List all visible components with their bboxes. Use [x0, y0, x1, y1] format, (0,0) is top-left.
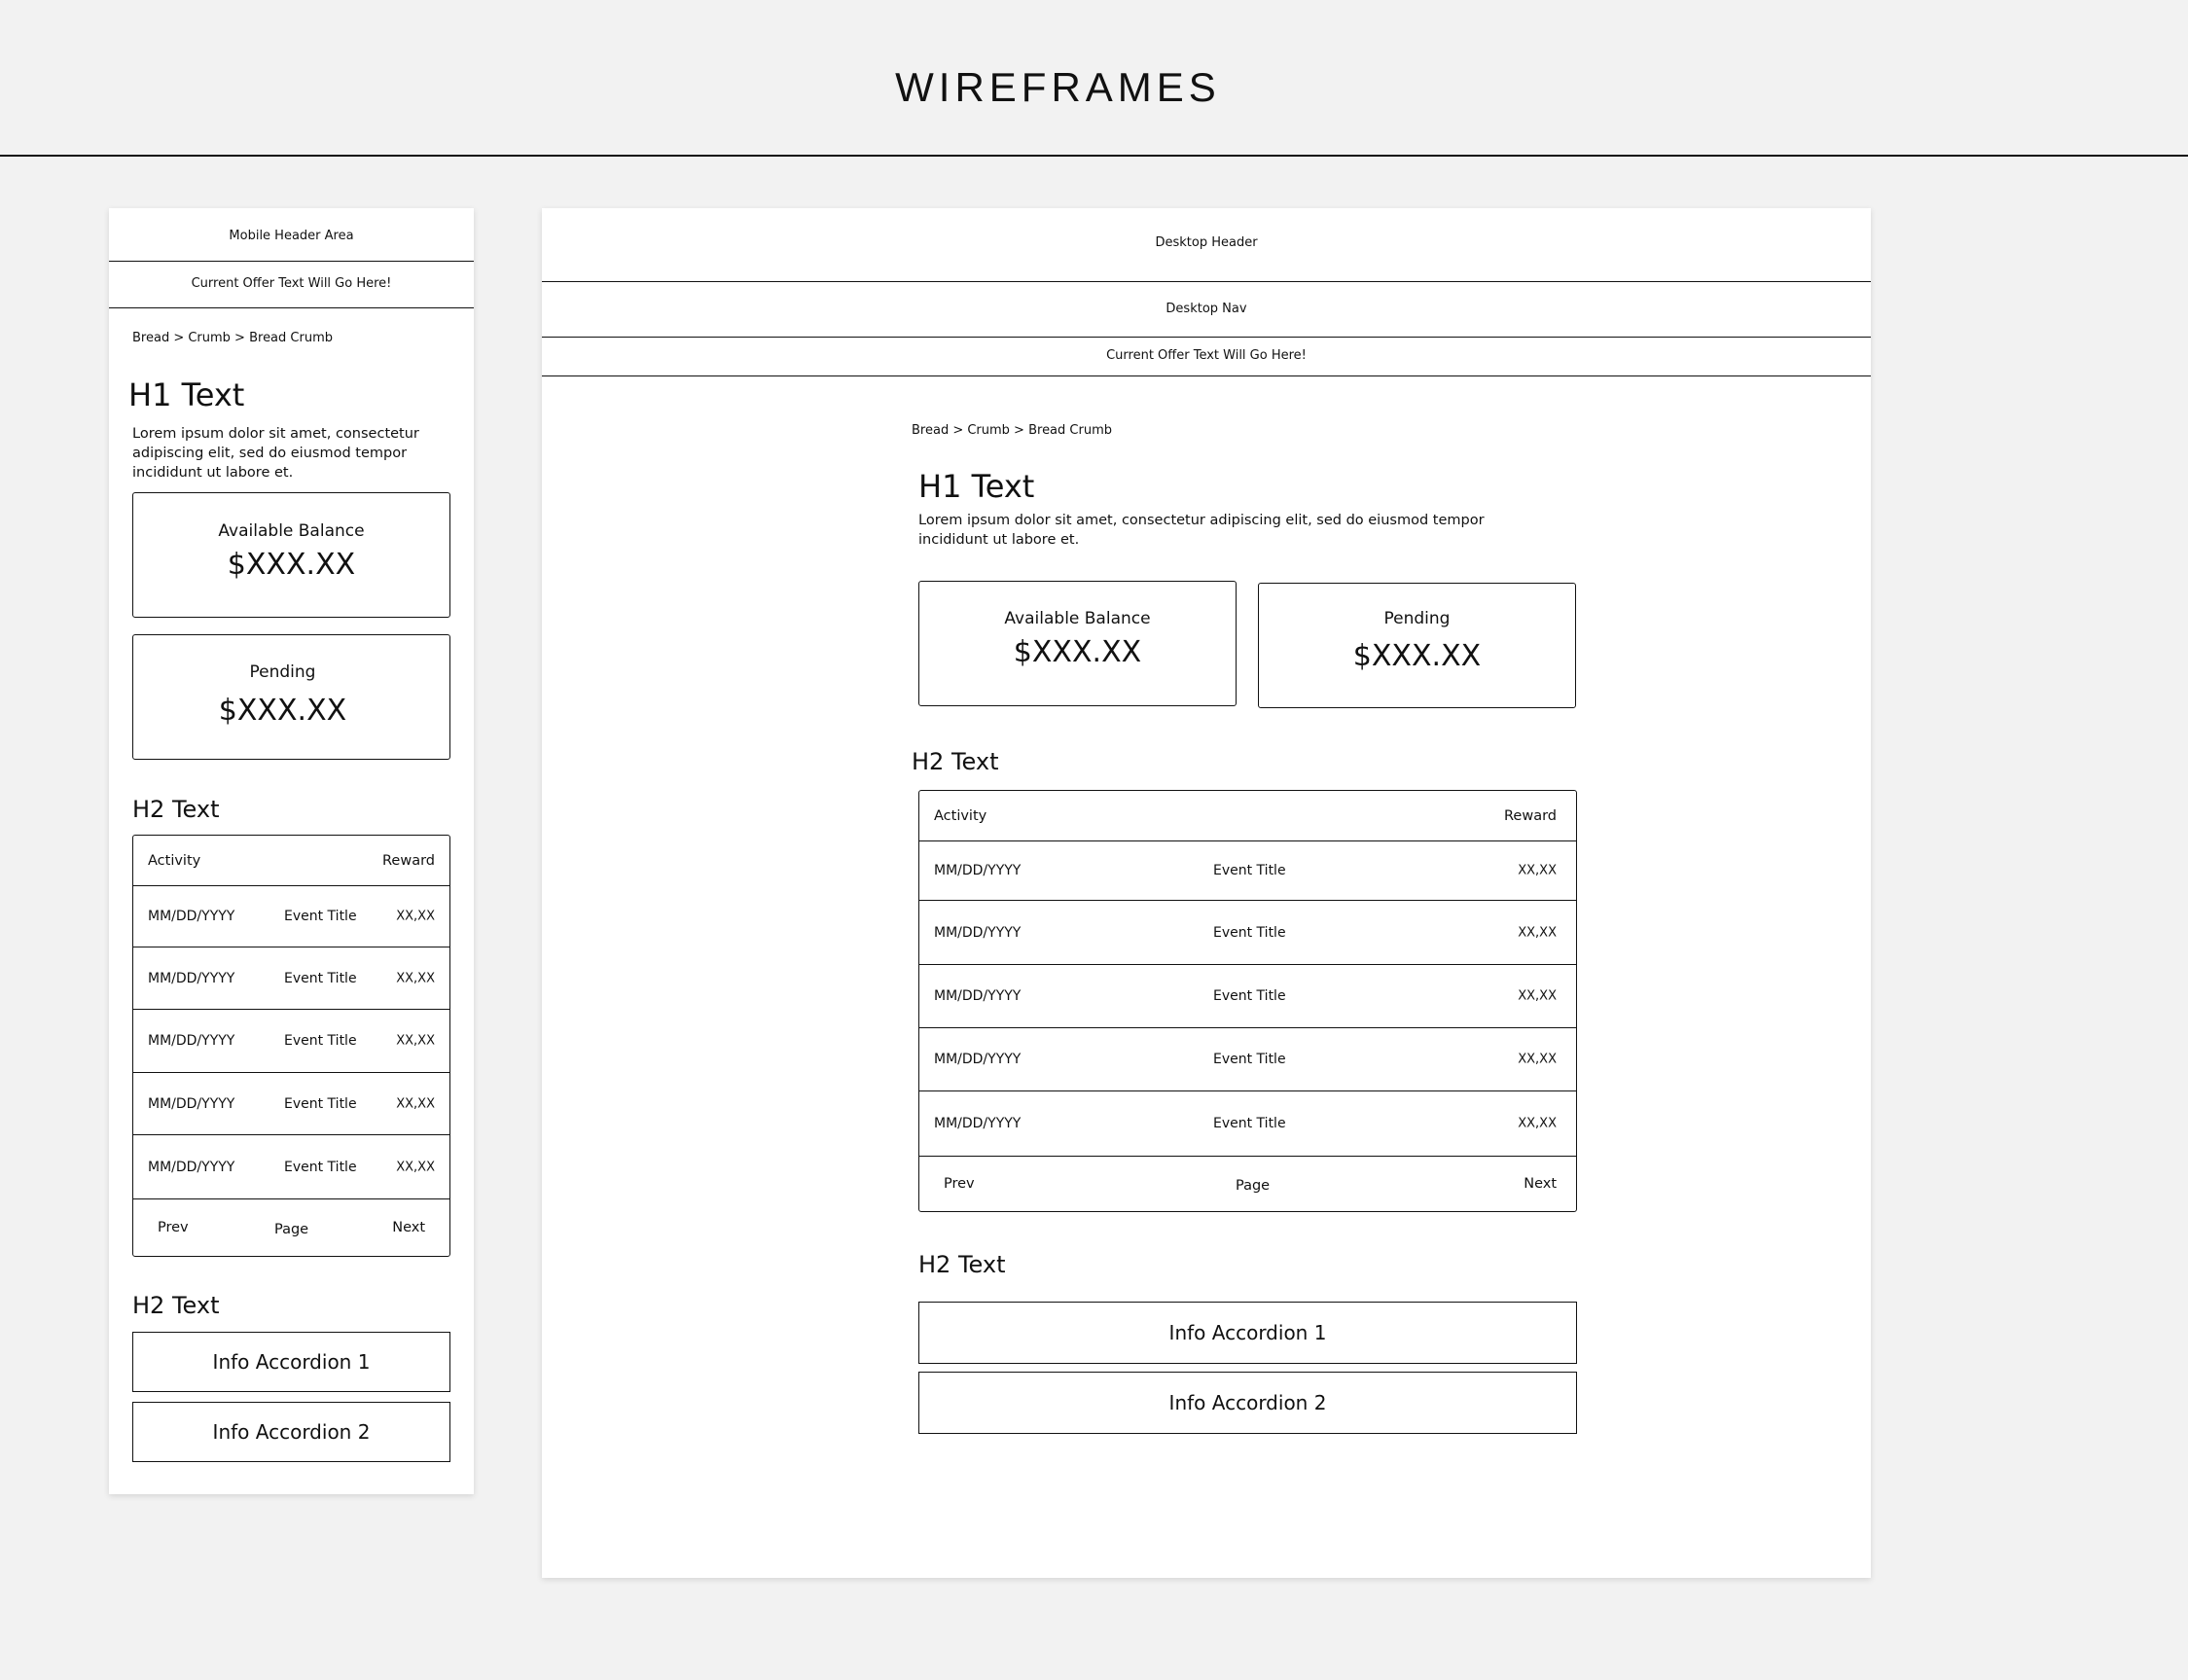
row-date: MM/DD/YYYY: [148, 1033, 235, 1049]
mobile-header: Mobile Header Area: [229, 229, 354, 243]
row-date: MM/DD/YYYY: [148, 1159, 235, 1175]
next-button[interactable]: Next: [1524, 1176, 1557, 1192]
title-divider: [0, 155, 2188, 157]
prev-button[interactable]: Prev: [944, 1176, 975, 1192]
next-button[interactable]: Next: [392, 1220, 425, 1235]
row-event-title: Event Title: [1213, 924, 1286, 941]
desktop-header-divider: [542, 281, 1871, 282]
mobile-balance-label: Available Balance: [218, 521, 365, 541]
mobile-balance-card: Available Balance $XXX.XX: [132, 492, 450, 618]
row-date: MM/DD/YYYY: [148, 970, 235, 986]
desktop-nav-divider: [542, 337, 1871, 338]
row-event-title: Event Title: [1213, 863, 1286, 878]
desktop-info-accordion-2[interactable]: Info Accordion 2: [918, 1372, 1577, 1434]
row-event-title: Event Title: [284, 1095, 357, 1112]
mobile-header-divider: [109, 261, 474, 262]
desktop-offer-banner[interactable]: Current Offer Text Will Go Here!: [542, 348, 1871, 363]
table-pagination: Prev Page Next: [919, 1156, 1576, 1211]
column-header-reward: Reward: [382, 852, 435, 869]
mobile-intro-text: Lorem ipsum dolor sit amet, consectetur …: [132, 426, 419, 481]
row-event-title: Event Title: [1213, 988, 1286, 1004]
desktop-intro-line-1: Lorem ipsum dolor sit amet, consectetur …: [918, 513, 1485, 528]
desktop-activity-table: Activity Reward MM/DD/YYYY Event Title X…: [918, 790, 1577, 1212]
table-row[interactable]: MM/DD/YYYY Event Title XX,XX: [133, 1134, 449, 1198]
row-date: MM/DD/YYYY: [148, 1095, 235, 1112]
table-pagination: Prev Page Next: [133, 1198, 449, 1256]
row-reward: XX,XX: [1518, 925, 1557, 940]
desktop-nav[interactable]: Desktop Nav: [542, 302, 1871, 316]
row-reward: XX,XX: [396, 1033, 435, 1049]
desktop-h2-activity: H2 Text: [912, 748, 999, 775]
row-date: MM/DD/YYYY: [934, 988, 1022, 1004]
desktop-balance-card: Available Balance $XXX.XX: [918, 581, 1237, 706]
desktop-header: Desktop Header: [1155, 235, 1258, 250]
row-date: MM/DD/YYYY: [148, 909, 235, 924]
row-date: MM/DD/YYYY: [934, 863, 1022, 878]
mobile-pending-value: $XXX.XX: [218, 694, 347, 728]
table-row[interactable]: MM/DD/YYYY Event Title XX,XX: [133, 885, 449, 947]
desktop-frame: Desktop Header Desktop Nav Current Offer…: [542, 208, 1871, 1578]
row-event-title: Event Title: [284, 970, 357, 986]
mobile-info-accordion-2[interactable]: Info Accordion 2: [132, 1402, 450, 1462]
desktop-balance-label: Available Balance: [1004, 609, 1151, 628]
row-reward: XX,XX: [396, 1160, 435, 1174]
desktop-pending-label: Pending: [1383, 609, 1451, 628]
row-reward: XX,XX: [396, 971, 435, 985]
desktop-balance-value: $XXX.XX: [1013, 635, 1142, 669]
mobile-activity-table: Activity Reward MM/DD/YYYY Event Title X…: [132, 835, 450, 1257]
row-reward: XX,XX: [396, 909, 435, 924]
row-date: MM/DD/YYYY: [934, 924, 1022, 941]
mobile-frame: Mobile Header Area Current Offer Text Wi…: [109, 208, 474, 1494]
row-reward: XX,XX: [1518, 1052, 1557, 1067]
row-event-title: Event Title: [1213, 1116, 1286, 1131]
mobile-offer-banner[interactable]: Current Offer Text Will Go Here!: [109, 276, 474, 291]
mobile-pending-card: Pending $XXX.XX: [132, 634, 450, 760]
table-row[interactable]: MM/DD/YYYY Event Title XX,XX: [919, 840, 1576, 900]
page-indicator: Page: [274, 1222, 309, 1237]
column-header-activity: Activity: [148, 852, 201, 869]
table-header-row: Activity Reward: [133, 836, 449, 885]
mobile-h2-info: H2 Text: [132, 1292, 220, 1319]
desktop-pending-card: Pending $XXX.XX: [1258, 583, 1576, 708]
page-indicator: Page: [1236, 1178, 1271, 1194]
row-reward: XX,XX: [1518, 988, 1557, 1004]
row-date: MM/DD/YYYY: [934, 1116, 1022, 1131]
column-header-reward: Reward: [1504, 807, 1557, 824]
table-row[interactable]: MM/DD/YYYY Event Title XX,XX: [919, 964, 1576, 1027]
table-row[interactable]: MM/DD/YYYY Event Title XX,XX: [919, 900, 1576, 964]
desktop-info-accordion-1[interactable]: Info Accordion 1: [918, 1302, 1577, 1364]
page-title: WIREFRAMES: [895, 64, 1221, 110]
desktop-pending-value: $XXX.XX: [1352, 639, 1482, 673]
row-event-title: Event Title: [284, 909, 357, 924]
desktop-h2-info: H2 Text: [918, 1251, 1006, 1278]
mobile-pending-label: Pending: [249, 662, 316, 682]
mobile-offer-divider: [109, 307, 474, 308]
row-event-title: Event Title: [284, 1159, 357, 1175]
mobile-breadcrumb[interactable]: Bread > Crumb > Bread Crumb: [132, 331, 333, 345]
table-row[interactable]: MM/DD/YYYY Event Title XX,XX: [133, 1072, 449, 1134]
row-date: MM/DD/YYYY: [934, 1052, 1022, 1067]
desktop-h1: H1 Text: [918, 468, 1035, 505]
table-header-row: Activity Reward: [919, 791, 1576, 840]
desktop-intro-line-2: incididunt ut labore et.: [918, 532, 1080, 548]
table-row[interactable]: MM/DD/YYYY Event Title XX,XX: [133, 1009, 449, 1072]
mobile-h2-activity: H2 Text: [132, 796, 220, 823]
table-row[interactable]: MM/DD/YYYY Event Title XX,XX: [919, 1090, 1576, 1156]
row-event-title: Event Title: [1213, 1052, 1286, 1067]
row-reward: XX,XX: [1518, 863, 1557, 878]
column-header-activity: Activity: [934, 807, 987, 824]
row-reward: XX,XX: [396, 1096, 435, 1111]
row-reward: XX,XX: [1518, 1116, 1557, 1131]
table-row[interactable]: MM/DD/YYYY Event Title XX,XX: [919, 1027, 1576, 1090]
prev-button[interactable]: Prev: [158, 1220, 189, 1235]
desktop-breadcrumb[interactable]: Bread > Crumb > Bread Crumb: [912, 423, 1112, 438]
mobile-info-accordion-1[interactable]: Info Accordion 1: [132, 1332, 450, 1392]
desktop-offer-divider: [542, 375, 1871, 376]
row-event-title: Event Title: [284, 1033, 357, 1049]
mobile-h1: H1 Text: [128, 376, 245, 413]
table-row[interactable]: MM/DD/YYYY Event Title XX,XX: [133, 947, 449, 1009]
mobile-balance-value: $XXX.XX: [227, 548, 356, 582]
